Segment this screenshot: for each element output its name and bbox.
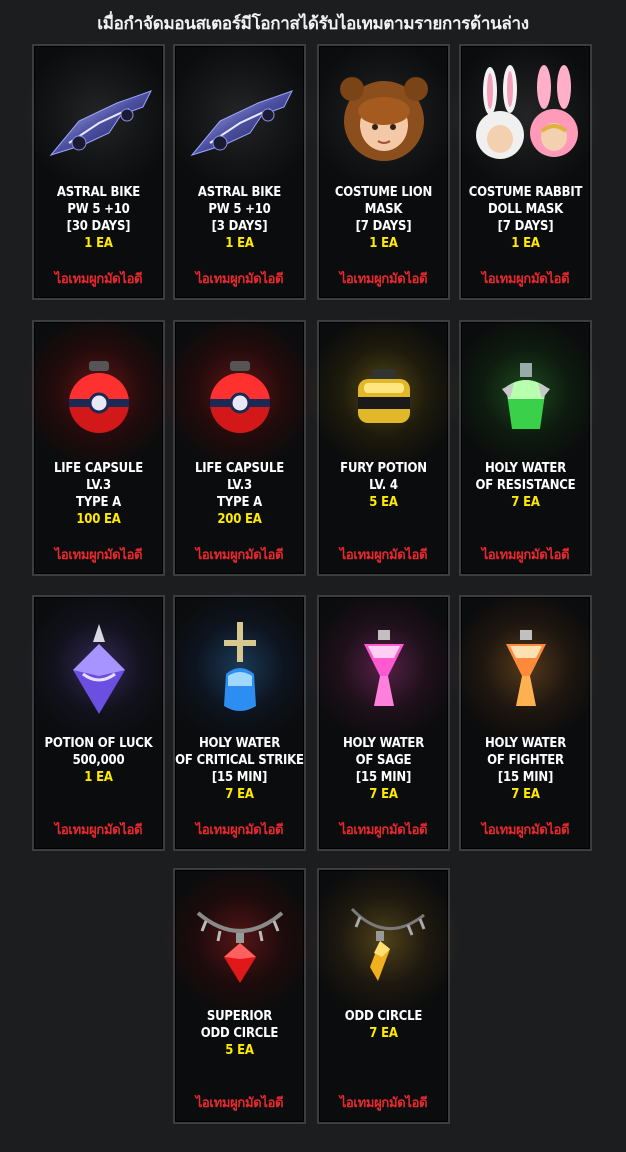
item-card[interactable]: SUPERIOR ODD CIRCLE 5 EA ไอเทมผูกมัดไอดี [159,865,320,1124]
item-quantity: 5 EA [369,495,398,510]
item-name: ODD CIRCLE 7 EA [319,1008,448,1042]
id-bound-label: ไอเทมผูกมัดไอดี [195,1096,284,1111]
rabbit-mask-icon [475,65,578,159]
item-name: HOLY WATER OF CRITICAL STRIKE [15 MIN] 7 … [175,736,304,802]
item-card[interactable]: HOLY WATER OF CRITICAL STRIKE [15 MIN] 7 … [159,592,320,851]
id-bound-label: ไอเทมผูกมัดไอดี [481,548,570,563]
item-quantity: 1 EA [84,236,113,251]
item-card[interactable]: HOLY WATER OF FIGHTER [15 MIN] 7 EA ไอเทม… [445,592,606,851]
fury-potion-icon [357,369,410,423]
id-bound-label: ไอเทมผูกมัดไอดี [195,272,284,287]
astral-bike-icon [190,90,293,156]
item-quantity: 7 EA [511,787,540,802]
astral-bike-icon [49,90,152,156]
id-bound-label: ไอเทมผูกมัดไอดี [195,548,284,563]
item-name: HOLY WATER OF FIGHTER [15 MIN] 7 EA [461,735,590,803]
item-card[interactable]: FURY POTION LV. 45 EA ไอเทมผูกมัดไอดี [303,317,464,576]
id-bound-label: ไอเทมผูกมัดไอดี [54,272,143,287]
item-quantity: 1 EA [84,770,113,785]
item-name: FURY POTION LV. 45 EA [319,460,448,511]
id-bound-label: ไอเทมผูกมัดไอดี [195,823,284,838]
item-card[interactable]: POTION OF LUCK 500,000 1 EA ไอเทมผูกมัดไอ… [18,592,179,851]
item-quantity: 1 EA [369,236,398,251]
id-bound-label: ไอเทมผูกมัดไอดี [54,823,143,838]
item-name: COSTUME RABBIT DOLL MASK [7 DAYS] 1 EA [461,184,590,252]
item-name: SUPERIOR ODD CIRCLE 5 EA [175,1008,304,1059]
item-name: HOLY WATER OF SAGE [15 MIN] 7 EA [319,735,448,803]
page-title: เมื่อกำจัดมอนสเตอร์มีโอกาสได้รับไอเทมตาม… [97,14,529,34]
item-quantity: 7 EA [225,787,254,802]
item-card[interactable]: ASTRAL BIKE PW 5 +10 [3 DAYS] 1 EA ไอเทมผ… [159,41,320,300]
id-bound-label: ไอเทมผูกมัดไอดี [339,823,428,838]
odd-circle-icon [350,907,425,981]
item-name: LIFE CAPSULE LV.3 TYPE A 200 EA [175,460,304,528]
item-name: COSTUME LION MASK [7 DAYS] 1 EA [319,184,448,252]
id-bound-label: ไอเทมผูกมัดไอดี [481,272,570,287]
item-card[interactable]: HOLY WATER OF RESISTANCE 7 EA ไอเทมผูกมัด… [445,317,606,576]
holy-water-sage-icon [363,630,404,706]
id-bound-label: ไอเทมผูกมัดไอดี [54,548,143,563]
item-card[interactable]: LIFE CAPSULE LV.3 TYPE A 200 EA ไอเทมผูกม… [159,317,320,576]
superior-odd-circle-icon [196,911,283,983]
item-quantity: 7 EA [369,787,398,802]
item-card[interactable]: ODD CIRCLE 7 EA ไอเทมผูกมัดไอดี [303,865,464,1124]
item-card[interactable]: COSTUME LION MASK [7 DAYS] 1 EA ไอเทมผูกม… [303,41,464,300]
life-capsule-icon [209,361,270,433]
item-quantity: 7 EA [369,1026,398,1041]
id-bound-label: ไอเทมผูกมัดไอดี [339,1096,428,1111]
item-name: LIFE CAPSULE LV.3 TYPE A 100 EA [34,460,163,528]
item-name: HOLY WATER OF RESISTANCE 7 EA [461,460,590,511]
holy-water-fighter-icon [505,630,546,706]
item-name: ASTRAL BIKE PW 5 +10 [3 DAYS] 1 EA [175,184,304,252]
holy-water-critical-icon [223,622,256,711]
item-name: ASTRAL BIKE PW 5 +10 [30 DAYS] 1 EA [34,184,163,252]
lion-mask-icon [339,77,428,161]
potion-of-luck-icon [72,624,125,714]
item-quantity: 100 EA [76,512,121,527]
item-card[interactable]: ASTRAL BIKE PW 5 +10 [30 DAYS] 1 EA ไอเทม… [18,41,179,300]
id-bound-label: ไอเทมผูกมัดไอดี [481,823,570,838]
id-bound-label: ไอเทมผูกมัดไอดี [339,272,428,287]
item-quantity: 200 EA [217,512,262,527]
item-quantity: 7 EA [511,495,540,510]
item-name: POTION OF LUCK 500,000 1 EA [34,735,163,786]
item-card[interactable]: LIFE CAPSULE LV.3 TYPE A 100 EA ไอเทมผูกม… [18,317,179,576]
life-capsule-icon [68,361,129,433]
item-card[interactable]: COSTUME RABBIT DOLL MASK [7 DAYS] 1 EA ไอ… [445,41,606,300]
id-bound-label: ไอเทมผูกมัดไอดี [339,548,428,563]
item-card[interactable]: HOLY WATER OF SAGE [15 MIN] 7 EA ไอเทมผูก… [303,592,464,851]
item-quantity: 5 EA [225,1043,254,1058]
item-quantity: 1 EA [225,236,254,251]
holy-water-resistance-icon [501,363,550,429]
item-quantity: 1 EA [511,236,540,251]
